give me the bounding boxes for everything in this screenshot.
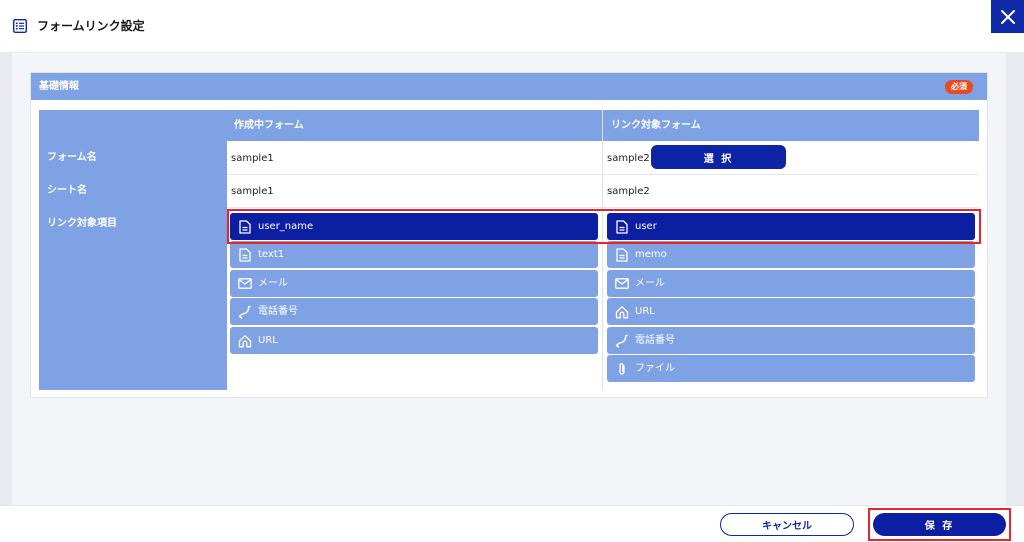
field-label: URL — [258, 334, 278, 346]
row-label-link-items: リンク対象項目 — [47, 218, 117, 229]
field-label: URL — [635, 305, 655, 317]
document-icon — [238, 219, 252, 234]
target-sheet-name: sample2 — [607, 186, 650, 197]
field-label: 電話番号 — [635, 334, 675, 346]
page-header: フォームリンク設定 — [0, 0, 1024, 52]
target-field-item[interactable]: user — [607, 213, 975, 240]
field-label: ファイル — [635, 362, 675, 374]
close-button[interactable] — [991, 0, 1024, 33]
target-field-item[interactable]: URL — [607, 298, 975, 325]
row-divider — [227, 207, 979, 208]
field-label: memo — [635, 248, 667, 260]
row-label-form-name: フォーム名 — [47, 152, 97, 163]
current-field-item[interactable]: user_name — [230, 213, 598, 240]
field-label: 電話番号 — [258, 305, 298, 317]
column-header: 作成中フォーム リンク対象フォーム — [227, 110, 979, 141]
card-header: 基礎情報 必須 — [31, 73, 987, 100]
target-form-name: sample2 — [607, 153, 650, 164]
field-label: user_name — [258, 220, 314, 232]
save-button[interactable]: 保 存 — [873, 513, 1006, 536]
document-icon — [615, 247, 629, 262]
select-form-button[interactable]: 選 択 — [651, 145, 786, 169]
mail-icon — [238, 277, 252, 291]
target-field-item[interactable]: memo — [607, 241, 975, 268]
current-field-item[interactable]: text1 — [230, 241, 598, 268]
home-icon — [615, 305, 629, 319]
column-header-target: リンク対象フォーム — [611, 120, 701, 131]
field-label: text1 — [258, 248, 285, 260]
list-icon — [13, 19, 27, 33]
home-icon — [238, 334, 252, 348]
field-label: メール — [635, 277, 665, 289]
phone-icon — [615, 334, 629, 348]
target-field-item[interactable]: 電話番号 — [607, 327, 975, 354]
document-icon — [238, 247, 252, 262]
footer-bar — [0, 505, 1024, 542]
column-divider — [602, 110, 603, 390]
card-title: 基礎情報 — [39, 81, 79, 92]
current-field-item[interactable]: メール — [230, 270, 598, 297]
column-header-current: 作成中フォーム — [234, 120, 304, 131]
row-label-sheet-name: シート名 — [47, 185, 87, 196]
paperclip-icon — [615, 362, 629, 376]
row-label-column: フォーム名 シート名 リンク対象項目 — [39, 110, 227, 390]
row-divider — [227, 174, 979, 175]
field-label: メール — [258, 277, 288, 289]
cancel-button[interactable]: キャンセル — [720, 513, 854, 536]
document-icon — [615, 219, 629, 234]
close-icon — [1000, 9, 1015, 24]
current-field-item[interactable]: 電話番号 — [230, 298, 598, 325]
phone-icon — [238, 305, 252, 319]
field-label: user — [635, 220, 657, 232]
mail-icon — [615, 277, 629, 291]
current-sheet-name: sample1 — [231, 186, 274, 197]
current-form-name: sample1 — [231, 153, 274, 164]
current-field-item[interactable]: URL — [230, 327, 598, 354]
required-badge: 必須 — [945, 80, 973, 94]
target-field-item[interactable]: ファイル — [607, 355, 975, 382]
target-field-item[interactable]: メール — [607, 270, 975, 297]
page-title: フォームリンク設定 — [37, 19, 145, 33]
